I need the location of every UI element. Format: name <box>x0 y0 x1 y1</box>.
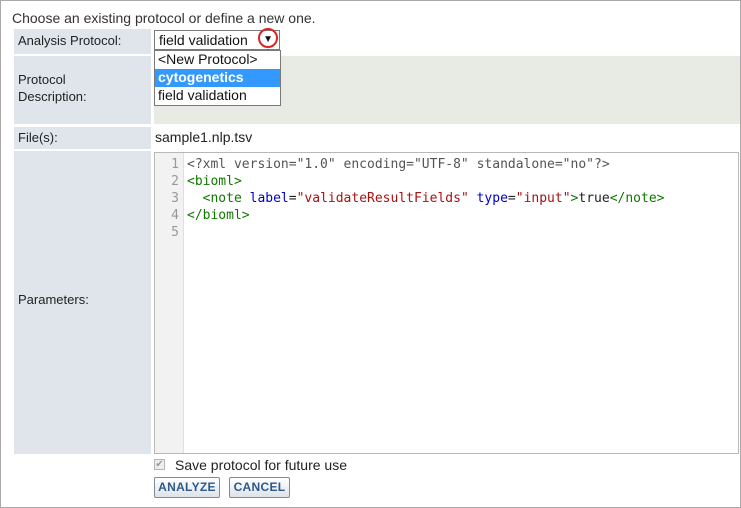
line-number: 1 <box>171 157 179 172</box>
code-text: <bioml> <box>187 174 242 189</box>
line-number: 5 <box>171 225 179 240</box>
code-text: <?xml version="1.0" encoding="UTF-8" sta… <box>187 157 610 172</box>
line-number: 2 <box>171 174 179 189</box>
analyze-button[interactable]: ANALYZE <box>154 477 220 498</box>
files-value: sample1.nlp.tsv <box>155 129 253 145</box>
protocol-description-label-line1: Protocol <box>18 72 66 87</box>
dropdown-option[interactable]: cytogenetics <box>155 69 280 87</box>
analysis-protocol-label: Analysis Protocol: <box>14 29 151 54</box>
dropdown-option[interactable]: field validation <box>155 87 280 105</box>
line-number: 4 <box>171 208 179 223</box>
code-text: </bioml> <box>187 208 250 223</box>
parameters-label: Parameters: <box>14 151 151 454</box>
protocol-dropdown-list: <New Protocol> cytogenetics field validati… <box>154 50 281 106</box>
protocol-description-label-line2: Description: <box>18 89 87 104</box>
dropdown-option[interactable]: <New Protocol> <box>155 51 280 69</box>
intro-text: Choose an existing protocol or define a … <box>12 10 316 26</box>
save-protocol-label: Save protocol for future use <box>175 457 347 473</box>
line-number: 3 <box>171 191 179 206</box>
select-value: field validation <box>159 32 248 48</box>
callout-circle-annotation <box>258 28 278 48</box>
files-label: File(s): <box>14 127 151 149</box>
parameters-xml-editor[interactable]: 1 <?xml version="1.0" encoding="UTF-8" st… <box>154 152 739 454</box>
cancel-button[interactable]: CANCEL <box>229 477 290 498</box>
protocol-description-label: Protocol Description: <box>14 56 151 124</box>
code-text: <note label="validateResultFields" type=… <box>202 191 665 206</box>
save-protocol-checkbox[interactable]: ✔ <box>154 459 165 470</box>
